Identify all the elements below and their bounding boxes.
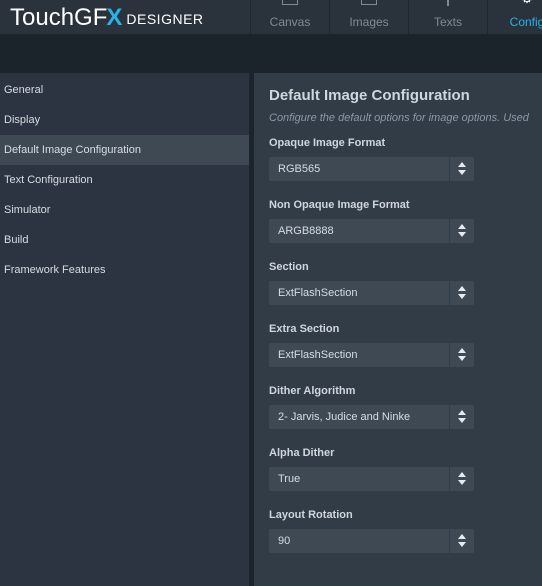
logo-text-touch: Touch bbox=[10, 4, 75, 31]
page-title: Default Image Configuration bbox=[269, 87, 470, 104]
canvas-icon bbox=[282, 0, 298, 5]
section-select[interactable]: ExtFlashSection bbox=[269, 281, 474, 305]
layout-rotation-value: 90 bbox=[278, 535, 291, 547]
gear-icon: ⚙ bbox=[521, 0, 533, 6]
sidebar-item-text-configuration[interactable]: Text Configuration bbox=[0, 165, 249, 195]
spinner-arrows-icon[interactable] bbox=[449, 157, 474, 181]
spinner-arrows-icon[interactable] bbox=[449, 529, 474, 553]
non-opaque-image-format-value: ARGB8888 bbox=[278, 225, 334, 237]
section-value: ExtFlashSection bbox=[278, 287, 358, 299]
tab-canvas-label: Canvas bbox=[269, 15, 311, 29]
tab-images[interactable]: Images bbox=[329, 0, 408, 34]
opaque-image-format-select[interactable]: RGB565 bbox=[269, 157, 474, 181]
sidebar-item-framework-features[interactable]: Framework Features bbox=[0, 255, 249, 285]
extra-section-label: Extra Section bbox=[269, 323, 340, 335]
opaque-image-format-label: Opaque Image Format bbox=[269, 137, 386, 149]
opaque-image-format-value: RGB565 bbox=[278, 163, 321, 175]
non-opaque-image-format-select[interactable]: ARGB8888 bbox=[269, 219, 474, 243]
spinner-arrows-icon[interactable] bbox=[449, 343, 474, 367]
alpha-dither-label: Alpha Dither bbox=[269, 447, 335, 459]
sidebar-item-display[interactable]: Display bbox=[0, 105, 249, 135]
config-sidebar: General Display Default Image Configurat… bbox=[0, 73, 250, 586]
images-icon bbox=[361, 0, 377, 5]
sidebar-item-build[interactable]: Build bbox=[0, 225, 249, 255]
tab-images-label: Images bbox=[349, 15, 389, 29]
sidebar-item-simulator[interactable]: Simulator bbox=[0, 195, 249, 225]
config-panel: Default Image Configuration Configure th… bbox=[254, 73, 542, 586]
layout-rotation-select[interactable]: 90 bbox=[269, 529, 474, 553]
tab-config[interactable]: ⚙ Config bbox=[487, 0, 542, 34]
non-opaque-image-format-label: Non Opaque Image Format bbox=[269, 199, 410, 211]
sidebar-item-default-image-configuration[interactable]: Default Image Configuration bbox=[0, 135, 249, 165]
extra-section-value: ExtFlashSection bbox=[278, 349, 358, 361]
spinner-arrows-icon[interactable] bbox=[449, 467, 474, 491]
toolbar-band bbox=[0, 35, 542, 73]
alpha-dither-select[interactable]: True bbox=[269, 467, 474, 491]
sidebar-item-general[interactable]: General bbox=[0, 75, 249, 105]
logo-text-designer: DESIGNER bbox=[126, 11, 204, 27]
dither-algorithm-value: 2- Jarvis, Judice and Ninke bbox=[278, 411, 411, 423]
tab-texts-label: Texts bbox=[433, 15, 462, 29]
texts-icon bbox=[447, 0, 449, 6]
section-label: Section bbox=[269, 261, 309, 273]
spinner-arrows-icon[interactable] bbox=[449, 219, 474, 243]
tab-texts[interactable]: Texts bbox=[408, 0, 487, 34]
dither-algorithm-select[interactable]: 2- Jarvis, Judice and Ninke bbox=[269, 405, 474, 429]
tab-config-label: Config bbox=[509, 15, 542, 29]
extra-section-select[interactable]: ExtFlashSection bbox=[269, 343, 474, 367]
layout-rotation-label: Layout Rotation bbox=[269, 509, 353, 521]
dither-algorithm-label: Dither Algorithm bbox=[269, 385, 356, 397]
page-subtitle: Configure the default options for image … bbox=[269, 112, 529, 124]
tab-canvas[interactable]: Canvas bbox=[250, 0, 329, 34]
logo-text-x: X bbox=[106, 4, 123, 31]
spinner-arrows-icon[interactable] bbox=[449, 281, 474, 305]
logo-text-gfx: GF bbox=[74, 4, 108, 31]
top-bar: TouchGFX DESIGNER Canvas Images Texts ⚙ … bbox=[0, 0, 542, 35]
alpha-dither-value: True bbox=[278, 473, 301, 485]
spinner-arrows-icon[interactable] bbox=[449, 405, 474, 429]
touchgfx-logo: Touch GF X DESIGNER bbox=[10, 0, 204, 30]
